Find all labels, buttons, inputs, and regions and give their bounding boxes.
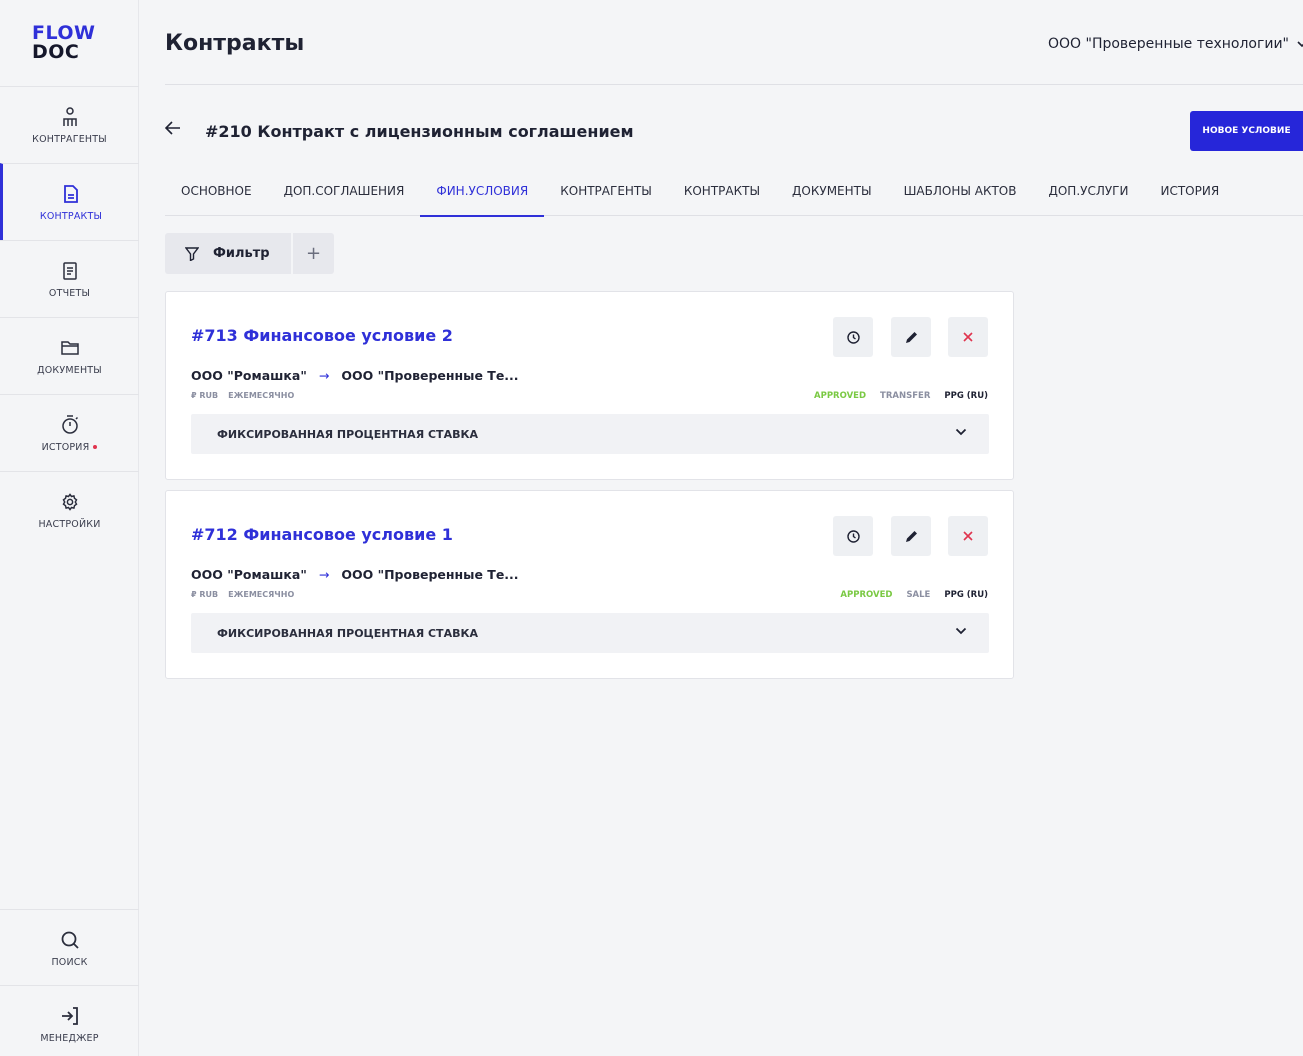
tab-act-templates[interactable]: ШАБЛОНЫ АКТОВ xyxy=(888,170,1033,216)
pencil-icon xyxy=(905,331,917,343)
rate-accordion[interactable]: ФИКСИРОВАННАЯ ПРОЦЕНТНАЯ СТАВКА xyxy=(191,613,989,653)
sidebar: FLOW DOC КОНТРАГЕНТЫ КОНТРАКТЫ ОТЧЕТЫ ДО… xyxy=(0,0,139,1056)
folder-icon xyxy=(59,337,81,359)
person-icon xyxy=(59,106,81,128)
ppg-badge: PPG (RU) xyxy=(944,590,988,600)
header-divider xyxy=(165,84,1303,85)
filter-button[interactable]: Фильтр xyxy=(165,233,291,274)
search-icon xyxy=(59,929,81,951)
party-from: ООО "Ромашка" xyxy=(191,368,307,383)
sidebar-item-counterparties[interactable]: КОНТРАГЕНТЫ xyxy=(0,86,139,163)
condition-card: #712 Финансовое условие 1 ООО "Ромашка" … xyxy=(165,490,1014,679)
tab-main[interactable]: ОСНОВНОЕ xyxy=(165,170,268,216)
new-condition-button[interactable]: НОВОЕ УСЛОВИЕ xyxy=(1190,111,1303,151)
condition-status: APPROVED TRANSFER PPG (RU) xyxy=(814,391,988,401)
accordion-label: ФИКСИРОВАННАЯ ПРОЦЕНТНАЯ СТАВКА xyxy=(217,626,478,640)
sidebar-item-label: ДОКУМЕНТЫ xyxy=(37,364,102,376)
chevron-down-icon xyxy=(1297,41,1303,48)
rate-accordion[interactable]: ФИКСИРОВАННАЯ ПРОЦЕНТНАЯ СТАВКА xyxy=(191,414,989,454)
add-filter-button[interactable]: + xyxy=(293,233,334,274)
sidebar-item-label: КОНТРАКТЫ xyxy=(39,210,103,222)
login-icon xyxy=(59,1005,81,1027)
close-icon xyxy=(963,332,973,342)
tab-financial-conditions[interactable]: ФИН.УСЛОВИЯ xyxy=(420,170,545,217)
sidebar-item-search[interactable]: ПОИСК xyxy=(0,909,139,986)
tab-documents[interactable]: ДОКУМЕНТЫ xyxy=(776,170,888,216)
parties: ООО "Ромашка" → ООО "Проверенные Те... xyxy=(191,368,519,383)
arrow-right-icon: → xyxy=(318,567,330,582)
filter-label: Фильтр xyxy=(213,246,270,261)
clock-icon xyxy=(846,330,860,344)
delete-button[interactable] xyxy=(948,516,988,556)
sidebar-item-documents[interactable]: ДОКУМЕНТЫ xyxy=(0,317,139,394)
sidebar-item-settings[interactable]: НАСТРОЙКИ xyxy=(0,471,139,548)
accordion-label: ФИКСИРОВАННАЯ ПРОЦЕНТНАЯ СТАВКА xyxy=(217,427,478,441)
type-badge: SALE xyxy=(906,590,931,600)
page-title: Контракты xyxy=(165,31,305,56)
sidebar-item-label: МЕНЕДЖЕР xyxy=(40,1032,99,1044)
chevron-down-icon xyxy=(955,428,967,436)
party-to: ООО "Проверенные Те... xyxy=(341,567,519,582)
sidebar-item-history[interactable]: ИСТОРИЯ xyxy=(0,394,139,471)
report-icon xyxy=(59,260,81,282)
condition-meta: ₽ RUB ЕЖЕМЕСЯЧНО xyxy=(191,391,294,400)
tab-history[interactable]: ИСТОРИЯ xyxy=(1144,170,1235,216)
history-button[interactable] xyxy=(833,317,873,357)
logo-line2: DOC xyxy=(32,41,80,63)
organization-select[interactable]: ООО "Проверенные технологии" xyxy=(1048,36,1303,52)
clock-icon xyxy=(846,529,860,543)
tab-additional-services[interactable]: ДОП.УСЛУГИ xyxy=(1032,170,1144,216)
document-icon xyxy=(60,183,82,205)
tab-counterparties[interactable]: КОНТРАГЕНТЫ xyxy=(544,170,668,216)
period: ЕЖЕМЕСЯЧНО xyxy=(228,391,295,400)
contract-tabs: ОСНОВНОЕ ДОП.СОГЛАШЕНИЯ ФИН.УСЛОВИЯ КОНТ… xyxy=(165,170,1303,217)
party-to: ООО "Проверенные Те... xyxy=(341,368,519,383)
edit-button[interactable] xyxy=(891,317,931,357)
sidebar-item-contracts[interactable]: КОНТРАКТЫ xyxy=(0,163,139,240)
delete-button[interactable] xyxy=(948,317,988,357)
condition-title[interactable]: #712 Финансовое условие 1 xyxy=(191,525,453,544)
parties: ООО "Ромашка" → ООО "Проверенные Те... xyxy=(191,567,519,582)
pencil-icon xyxy=(905,530,917,542)
arrow-right-icon: → xyxy=(318,368,330,383)
type-badge: TRANSFER xyxy=(880,391,931,401)
status-badge: APPROVED xyxy=(814,391,867,401)
ppg-badge: PPG (RU) xyxy=(944,391,988,401)
notification-dot xyxy=(93,445,98,449)
currency: ₽ RUB xyxy=(191,391,219,400)
sidebar-item-manager[interactable]: МЕНЕДЖЕР xyxy=(0,985,139,1056)
party-from: ООО "Ромашка" xyxy=(191,567,307,582)
gear-icon xyxy=(59,491,81,513)
period: ЕЖЕМЕСЯЧНО xyxy=(228,590,295,599)
edit-button[interactable] xyxy=(891,516,931,556)
logo[interactable]: FLOW DOC xyxy=(32,24,96,62)
sidebar-item-label: ПОИСК xyxy=(51,956,88,968)
chevron-down-icon xyxy=(955,627,967,635)
back-arrow-icon[interactable] xyxy=(164,119,181,140)
contract-title: #210 Контракт с лицензионным соглашением xyxy=(205,122,634,141)
stopwatch-icon xyxy=(59,414,81,436)
status-badge: APPROVED xyxy=(840,590,893,600)
tab-supplementary-agreements[interactable]: ДОП.СОГЛАШЕНИЯ xyxy=(268,170,421,216)
sidebar-item-label: ОТЧЕТЫ xyxy=(48,287,91,299)
condition-meta: ₽ RUB ЕЖЕМЕСЯЧНО xyxy=(191,590,294,599)
sidebar-item-reports[interactable]: ОТЧЕТЫ xyxy=(0,240,139,317)
currency: ₽ RUB xyxy=(191,590,219,599)
sidebar-item-label: НАСТРОЙКИ xyxy=(38,518,101,530)
condition-card: #713 Финансовое условие 2 ООО "Ромашка" … xyxy=(165,291,1014,480)
history-button[interactable] xyxy=(833,516,873,556)
sidebar-item-label: ИСТОРИЯ xyxy=(42,442,98,453)
condition-title[interactable]: #713 Финансовое условие 2 xyxy=(191,326,453,345)
sidebar-item-label: КОНТРАГЕНТЫ xyxy=(32,133,107,145)
condition-status: APPROVED SALE PPG (RU) xyxy=(840,590,988,600)
filter-icon xyxy=(185,246,199,261)
close-icon xyxy=(963,531,973,541)
tab-contracts[interactable]: КОНТРАКТЫ xyxy=(668,170,776,216)
organization-name: ООО "Проверенные технологии" xyxy=(1048,36,1289,52)
